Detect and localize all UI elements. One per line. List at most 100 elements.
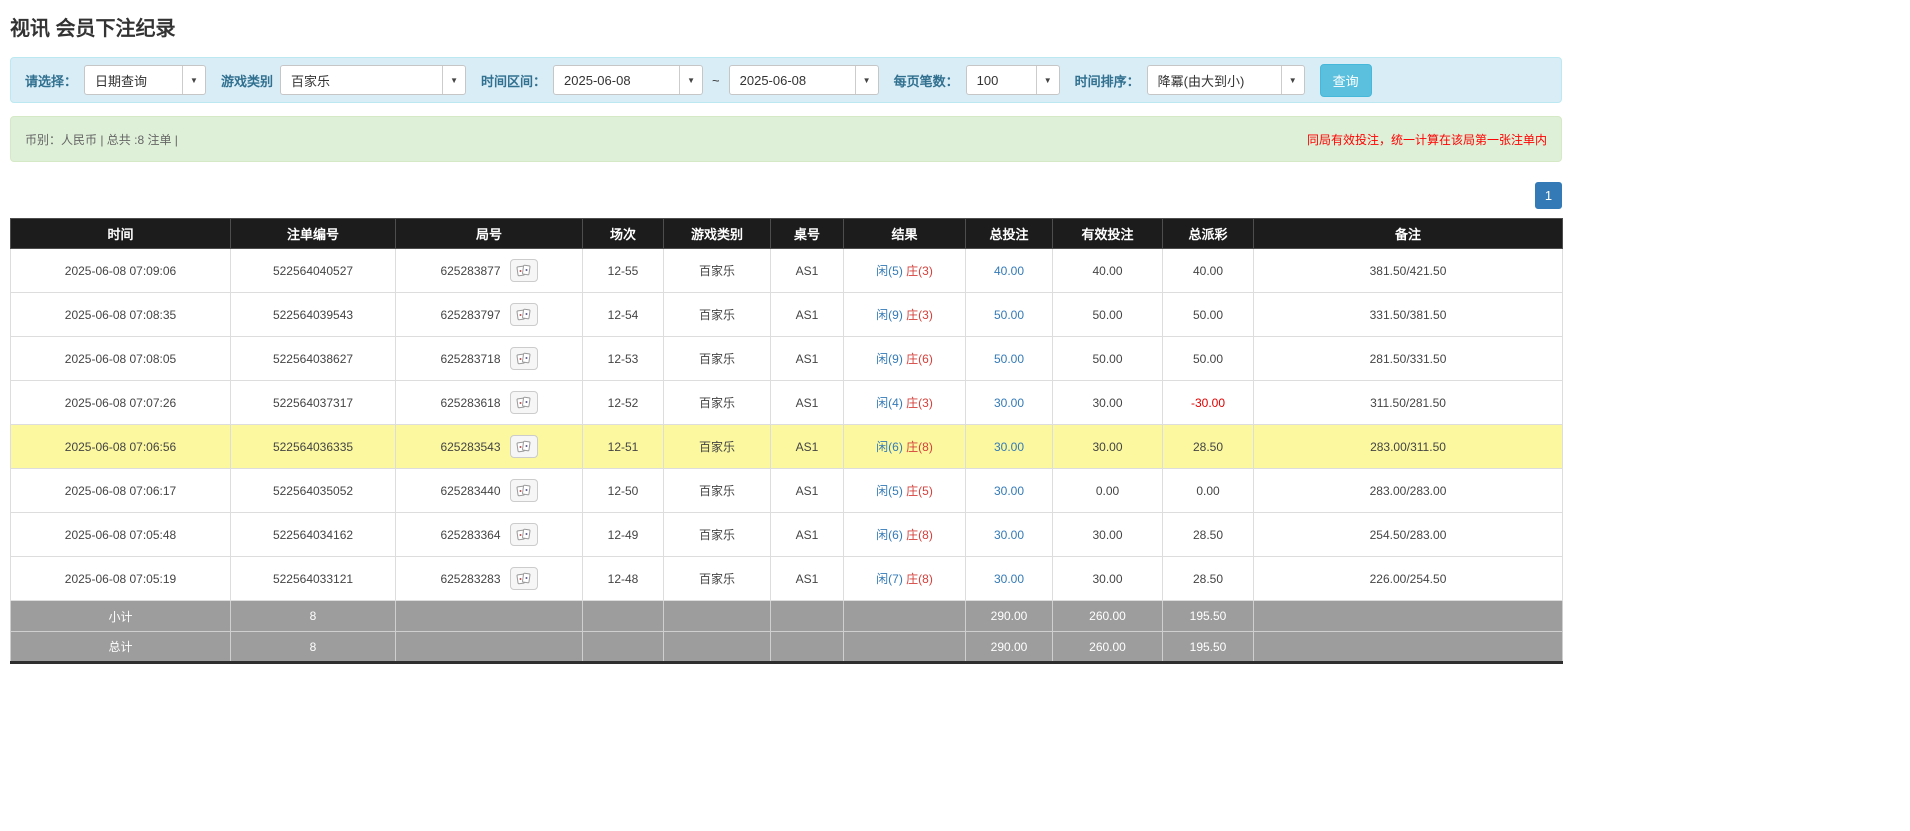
table-no: AS1	[771, 249, 844, 293]
chevron-down-icon[interactable]: ▼	[855, 66, 878, 94]
result-player: 闲(6)	[876, 440, 903, 454]
note: 283.00/311.50	[1254, 425, 1563, 469]
game-type: 百家乐	[664, 425, 771, 469]
total-bet-link[interactable]: 30.00	[994, 528, 1024, 542]
table-no: AS1	[771, 513, 844, 557]
round-cell: 625283543	[396, 425, 583, 469]
note: 281.50/331.50	[1254, 337, 1563, 381]
round-cell: 625283877	[396, 249, 583, 293]
payout: 28.50	[1163, 425, 1254, 469]
search-button[interactable]: 查询	[1320, 64, 1372, 97]
result-banker: 庄(8)	[906, 440, 933, 454]
cards-icon	[516, 264, 531, 277]
view-cards-button[interactable]	[510, 567, 538, 590]
payout: 50.00	[1163, 293, 1254, 337]
subtotal-total-bet: 290.00	[966, 601, 1053, 632]
session: 12-51	[583, 425, 664, 469]
view-cards-button[interactable]	[510, 303, 538, 326]
bet-time: 2025-06-08 07:08:35	[11, 293, 231, 337]
result: 闲(6) 庄(8)	[844, 513, 966, 557]
query-type-select[interactable]: 日期查询 ▼	[84, 65, 206, 95]
game-type-select[interactable]: 百家乐 ▼	[280, 65, 466, 95]
result: 闲(5) 庄(5)	[844, 469, 966, 513]
pagination: 1	[10, 182, 1562, 209]
game-type: 百家乐	[664, 381, 771, 425]
total-bet-link[interactable]: 30.00	[994, 572, 1024, 586]
payout: 28.50	[1163, 557, 1254, 601]
table-row: 2025-06-08 07:06:17522564035052625283440…	[11, 469, 1563, 513]
col-header-total-bet: 总投注	[966, 219, 1053, 249]
game-type: 百家乐	[664, 293, 771, 337]
cards-icon	[516, 440, 531, 453]
view-cards-button[interactable]	[510, 479, 538, 502]
total-bet-link[interactable]: 50.00	[994, 352, 1024, 366]
result-player: 闲(5)	[876, 484, 903, 498]
date-to-input[interactable]: 2025-06-08 ▼	[729, 65, 879, 95]
cards-icon	[516, 396, 531, 409]
view-cards-button[interactable]	[510, 435, 538, 458]
page-size-select[interactable]: 100 ▼	[966, 65, 1060, 95]
total-bet-cell: 50.00	[966, 293, 1053, 337]
bet-time: 2025-06-08 07:06:56	[11, 425, 231, 469]
chevron-down-icon[interactable]: ▼	[442, 66, 465, 94]
col-header-result: 结果	[844, 219, 966, 249]
game-type: 百家乐	[664, 469, 771, 513]
total-row: 总计 8 290.00 260.00 195.50	[11, 632, 1563, 663]
round-id: 625283797	[440, 308, 500, 322]
total-bet-cell: 30.00	[966, 557, 1053, 601]
note: 254.50/283.00	[1254, 513, 1563, 557]
total-bet-link[interactable]: 50.00	[994, 308, 1024, 322]
result-banker: 庄(8)	[906, 528, 933, 542]
date-from-input[interactable]: 2025-06-08 ▼	[553, 65, 703, 95]
view-cards-button[interactable]	[510, 391, 538, 414]
bet-id: 522564040527	[231, 249, 396, 293]
note: 331.50/381.50	[1254, 293, 1563, 337]
page: 视讯 会员下注纪录 请选择： 日期查询 ▼ 游戏类别 百家乐 ▼ 时间区间： 2…	[10, 12, 1562, 664]
valid-bet: 30.00	[1053, 513, 1163, 557]
total-bet-link[interactable]: 40.00	[994, 264, 1024, 278]
round-cell: 625283440	[396, 469, 583, 513]
pagination-page-1[interactable]: 1	[1535, 182, 1562, 209]
view-cards-button[interactable]	[510, 523, 538, 546]
result: 闲(7) 庄(8)	[844, 557, 966, 601]
note: 381.50/421.50	[1254, 249, 1563, 293]
valid-bet: 50.00	[1053, 337, 1163, 381]
game-type: 百家乐	[664, 249, 771, 293]
col-header-note: 备注	[1254, 219, 1563, 249]
sort-select[interactable]: 降冪(由大到小) ▼	[1147, 65, 1305, 95]
bet-id: 522564039543	[231, 293, 396, 337]
result: 闲(5) 庄(3)	[844, 249, 966, 293]
total-count: 8	[231, 632, 396, 663]
col-header-payout: 总派彩	[1163, 219, 1254, 249]
round-id: 625283364	[440, 528, 500, 542]
col-header-table-no: 桌号	[771, 219, 844, 249]
summary-currency-count: 币别：人民币 | 总共 :8 注单 |	[25, 131, 178, 148]
total-bet-link[interactable]: 30.00	[994, 440, 1024, 454]
valid-bet: 30.00	[1053, 557, 1163, 601]
chevron-down-icon[interactable]: ▼	[1036, 66, 1059, 94]
query-type-value: 日期查询	[85, 66, 182, 94]
bet-time: 2025-06-08 07:06:17	[11, 469, 231, 513]
bet-id: 522564035052	[231, 469, 396, 513]
filter-bar: 请选择： 日期查询 ▼ 游戏类别 百家乐 ▼ 时间区间： 2025-06-08 …	[10, 57, 1562, 103]
game-type: 百家乐	[664, 557, 771, 601]
view-cards-button[interactable]	[510, 347, 538, 370]
result: 闲(9) 庄(6)	[844, 337, 966, 381]
game-type-value: 百家乐	[281, 66, 442, 94]
page-size-label: 每页笔数：	[894, 71, 959, 90]
table-header-row: 时间 注单编号 局号 场次 游戏类别 桌号 结果 总投注 有效投注 总派彩 备注	[11, 219, 1563, 249]
chevron-down-icon[interactable]: ▼	[182, 66, 205, 94]
session: 12-55	[583, 249, 664, 293]
chevron-down-icon[interactable]: ▼	[1281, 66, 1304, 94]
result: 闲(9) 庄(3)	[844, 293, 966, 337]
total-bet-link[interactable]: 30.00	[994, 396, 1024, 410]
total-bet-cell: 30.00	[966, 425, 1053, 469]
session: 12-53	[583, 337, 664, 381]
view-cards-button[interactable]	[510, 259, 538, 282]
bet-id: 522564034162	[231, 513, 396, 557]
result-banker: 庄(3)	[906, 308, 933, 322]
total-bet-link[interactable]: 30.00	[994, 484, 1024, 498]
payout: 28.50	[1163, 513, 1254, 557]
chevron-down-icon[interactable]: ▼	[679, 66, 702, 94]
result-player: 闲(9)	[876, 352, 903, 366]
